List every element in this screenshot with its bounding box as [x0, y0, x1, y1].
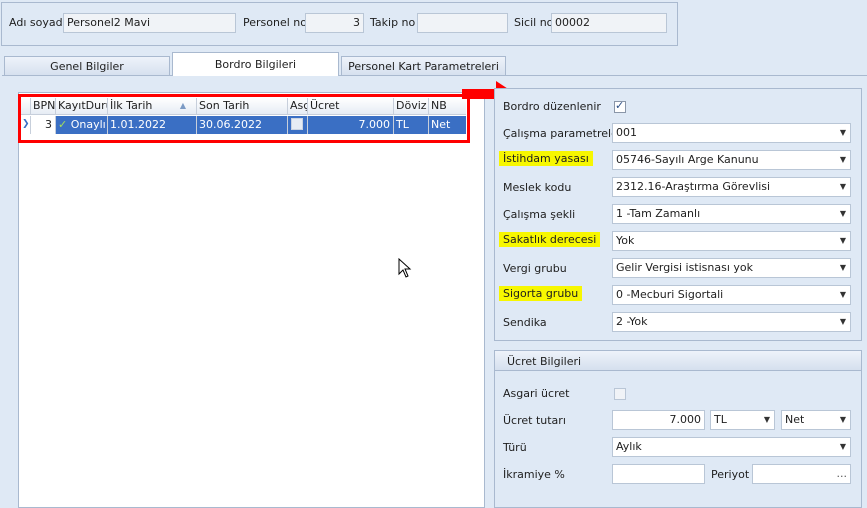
turu-select[interactable]: Aylık ▼ [612, 437, 851, 457]
periyot-label: Periyot [711, 468, 750, 481]
bordro-grid [18, 92, 485, 508]
chevron-down-icon: ▼ [763, 415, 770, 424]
chevron-down-icon: ▼ [839, 128, 846, 137]
calisma-param-value: 001 [616, 126, 637, 139]
sendika-value: 2 -Yok [616, 315, 648, 328]
calisma-param-label: Çalışma parametreleri [503, 127, 626, 140]
istihdam-value: 05746-Sayılı Arge Kanunu [616, 153, 759, 166]
takip-no-field[interactable] [417, 13, 508, 33]
tab-bordro-bilgileri[interactable]: Bordro Bilgileri [172, 52, 339, 76]
asgari-ucret-label: Asgari ücret [503, 387, 570, 400]
turu-value: Aylık [616, 440, 642, 453]
chevron-down-icon: ▼ [839, 290, 846, 299]
sendika-select[interactable]: 2 -Yok ▼ [612, 312, 851, 332]
ucret-tutari-field[interactable]: 7.000 [612, 410, 705, 430]
istihdam-label: İstihdam yasası [499, 151, 593, 166]
vergi-select[interactable]: Gelir Vergisi istisnası yok ▼ [612, 258, 851, 278]
tab-genel-bilgiler[interactable]: Genel Bilgiler [4, 56, 170, 76]
calisma-param-select[interactable]: 001 ▼ [612, 123, 851, 143]
sendika-label: Sendika [503, 316, 547, 329]
checkmark-icon: ✓ [615, 99, 625, 112]
chevron-down-icon: ▼ [839, 317, 846, 326]
ucret-tutari-label: Ücret tutarı [503, 414, 566, 427]
sigorta-select[interactable]: 0 -Mecburi Sigortali ▼ [612, 285, 851, 305]
chevron-down-icon: ▼ [839, 155, 846, 164]
chevron-down-icon: ▼ [839, 209, 846, 218]
meslek-value: 2312.16-Araştırma Görevlisi [616, 180, 771, 193]
chevron-down-icon: ▼ [839, 182, 846, 191]
sakatlik-select[interactable]: Yok ▼ [612, 231, 851, 251]
calisma-sekli-label: Çalışma şekli [503, 208, 576, 221]
ikramiye-label: İkramiye % [503, 468, 565, 481]
bordro-duzenlenir-label: Bordro düzenlenir [503, 100, 601, 113]
name-label: Adı soyadı [9, 16, 66, 29]
sicil-no-label: Sicil no [514, 16, 554, 29]
cursor-icon [398, 258, 412, 278]
ucret-panel-title: Ücret Bilgileri [507, 355, 582, 368]
istihdam-select[interactable]: 05746-Sayılı Arge Kanunu ▼ [612, 150, 851, 170]
sakatlik-value: Yok [616, 234, 635, 247]
calisma-sekli-value: 1 -Tam Zamanlı [616, 207, 701, 220]
chevron-down-icon: ▼ [839, 263, 846, 272]
sigorta-value: 0 -Mecburi Sigortali [616, 288, 724, 301]
ellipsis-button[interactable]: ... [837, 465, 848, 483]
bordro-duzenlenir-checkbox[interactable]: ✓ [614, 99, 626, 113]
ucret-doviz-value: TL [714, 413, 727, 426]
vergi-value: Gelir Vergisi istisnası yok [616, 261, 754, 274]
asgari-ucret-checkbox[interactable] [614, 388, 626, 400]
chevron-down-icon: ▼ [839, 442, 846, 451]
personel-no-field[interactable]: 3 [305, 13, 364, 33]
ucret-net-select[interactable]: Net ▼ [781, 410, 851, 430]
turu-label: Türü [503, 441, 527, 454]
takip-no-label: Takip no [370, 16, 416, 29]
calisma-sekli-select[interactable]: 1 -Tam Zamanlı ▼ [612, 204, 851, 224]
tab-personel-kart-parametreleri[interactable]: Personel Kart Parametreleri [341, 56, 506, 76]
meslek-label: Meslek kodu [503, 181, 572, 194]
periyot-field[interactable]: ... [752, 464, 851, 484]
sigorta-label: Sigorta grubu [499, 286, 583, 301]
name-field[interactable]: Personel2 Mavi [63, 13, 236, 33]
chevron-down-icon: ▼ [839, 236, 846, 245]
annotation-box [18, 94, 470, 143]
ucret-doviz-select[interactable]: TL ▼ [710, 410, 775, 430]
ikramiye-field[interactable] [612, 464, 705, 484]
ucret-net-value: Net [785, 413, 805, 426]
chevron-down-icon: ▼ [839, 415, 846, 424]
sakatlik-label: Sakatlık derecesi [499, 232, 601, 247]
personel-no-label: Personel no [243, 16, 307, 29]
meslek-select[interactable]: 2312.16-Araştırma Görevlisi ▼ [612, 177, 851, 197]
vergi-label: Vergi grubu [503, 262, 567, 275]
sicil-no-field[interactable]: 00002 [551, 13, 667, 33]
